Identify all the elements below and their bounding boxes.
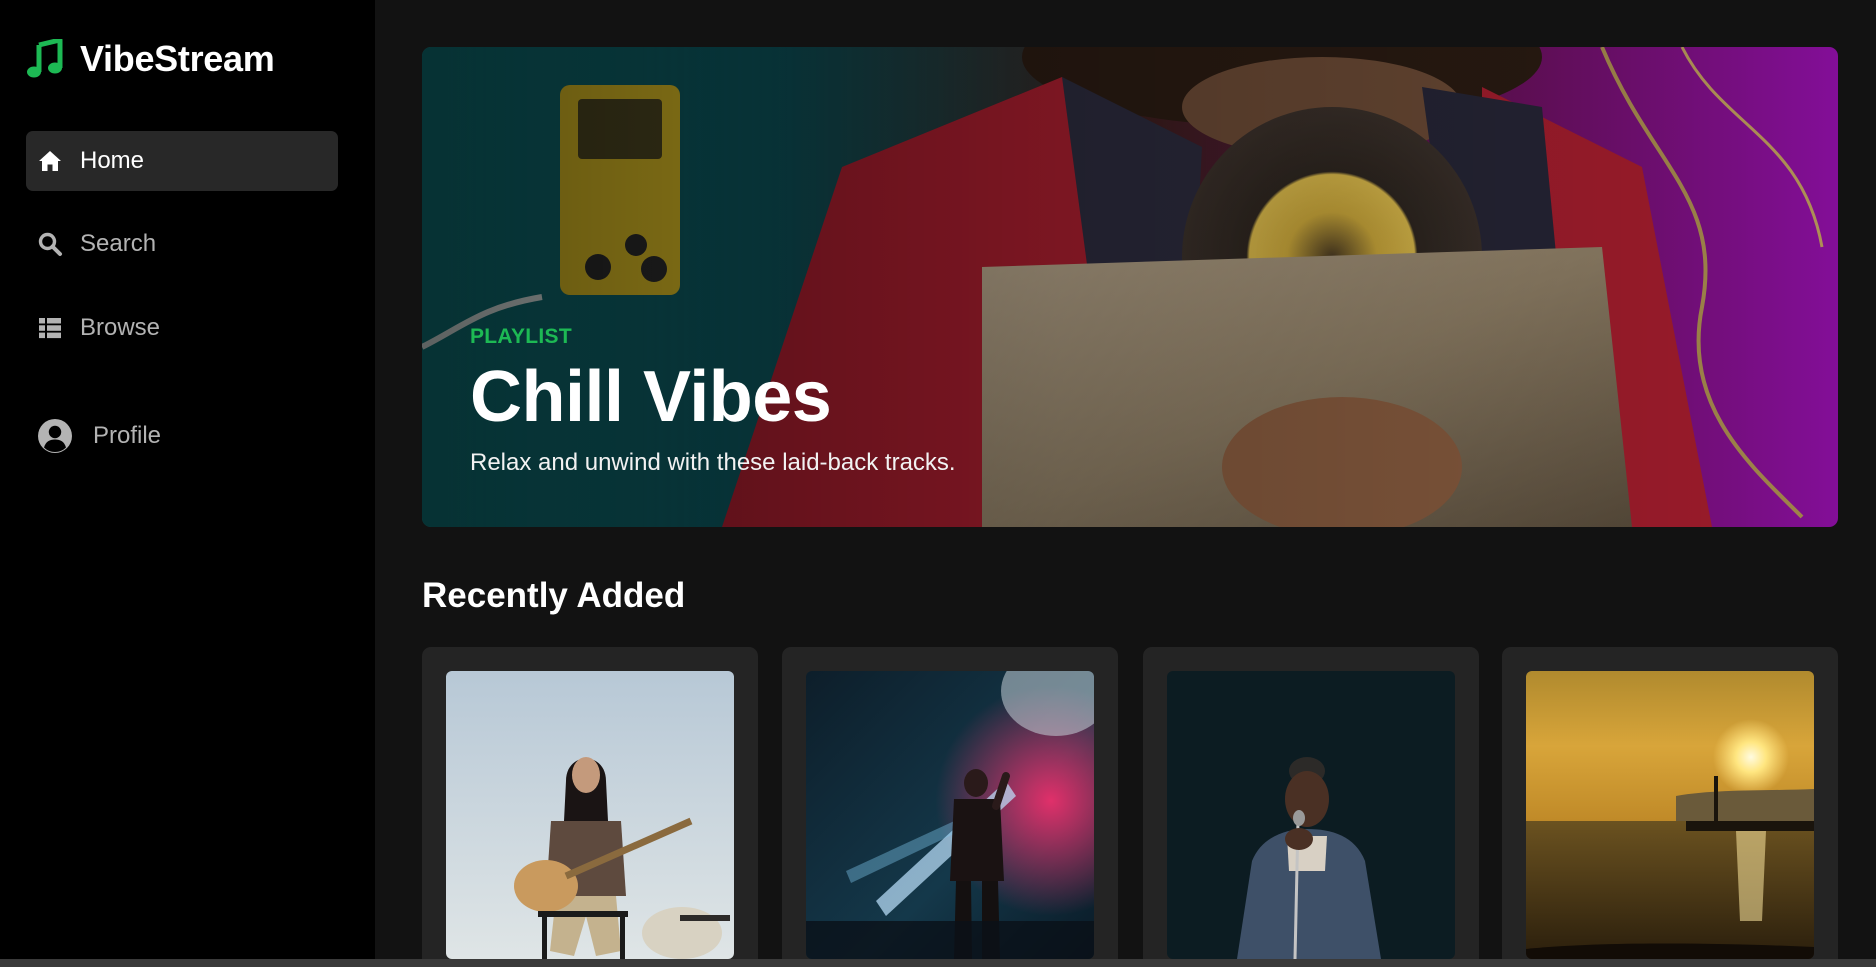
sidebar-item-label: Home (80, 147, 145, 174)
hero-title: Chill Vibes (470, 357, 832, 437)
sidebar-item-label: Search (80, 230, 157, 257)
main-content: PLAYLIST Chill Vibes Relax and unwind wi… (375, 0, 1876, 967)
sidebar-item-label: Profile (93, 422, 162, 449)
bottom-border (0, 959, 1876, 967)
album-card[interactable] (1502, 647, 1838, 967)
sidebar-item-profile[interactable]: Profile (26, 406, 338, 466)
sidebar-item-label: Browse (80, 314, 161, 341)
recently-added-grid (422, 647, 1838, 967)
brand-name: VibeStream (80, 38, 275, 79)
search-icon (37, 231, 63, 257)
hero-eyebrow: PLAYLIST (470, 325, 572, 348)
sidebar-item-home[interactable]: Home (26, 131, 338, 191)
list-icon (37, 315, 63, 341)
brand-logo[interactable]: VibeStream (26, 36, 275, 82)
music-note-icon (26, 39, 64, 79)
user-circle-icon (37, 418, 73, 454)
section-title: Recently Added (422, 576, 686, 615)
girl-with-guitar-photo (446, 671, 734, 959)
concert-singer-photo (806, 671, 1094, 959)
home-icon (37, 148, 63, 174)
featured-playlist-banner[interactable]: PLAYLIST Chill Vibes Relax and unwind wi… (422, 47, 1838, 527)
album-card[interactable] (1143, 647, 1479, 967)
album-card[interactable] (422, 647, 758, 967)
album-card[interactable] (782, 647, 1118, 967)
app-root: VibeStream Home Search Browse Profile PL… (0, 0, 1876, 967)
sidebar-item-search[interactable]: Search (26, 214, 338, 274)
hero-description: Relax and unwind with these laid-back tr… (470, 449, 956, 476)
singer-with-microphone-photo (1167, 671, 1455, 959)
hero-text: PLAYLIST Chill Vibes Relax and unwind wi… (470, 325, 956, 477)
sunset-pier-photo (1526, 671, 1814, 959)
sidebar: VibeStream Home Search Browse Profile (0, 0, 375, 967)
sidebar-item-browse[interactable]: Browse (26, 298, 338, 358)
